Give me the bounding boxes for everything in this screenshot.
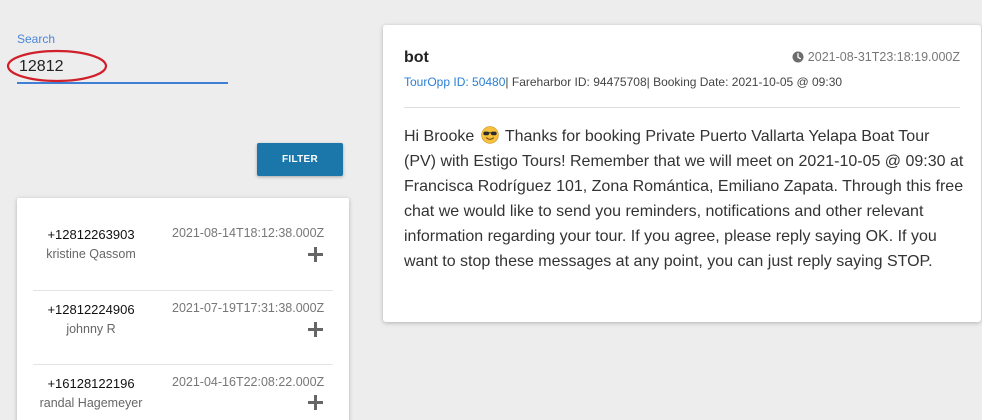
contact-name: johnny R bbox=[66, 322, 116, 336]
list-item[interactable]: +12812263903 kristine Qassom 2021-08-14T… bbox=[33, 216, 333, 290]
plus-icon[interactable] bbox=[306, 245, 324, 263]
contact-name: kristine Qassom bbox=[46, 247, 136, 261]
message-divider bbox=[404, 107, 960, 108]
list-item[interactable]: +12812224906 johnny R 2021-07-19T17:31:3… bbox=[33, 291, 333, 365]
chat-console: Search FILTER +12812263903 kristine Qass… bbox=[0, 0, 982, 420]
tour-opp-link[interactable]: TourOpp ID: 50480 bbox=[404, 75, 505, 89]
booking-meta: TourOpp ID: 50480| Fareharbor ID: 944757… bbox=[404, 75, 842, 89]
smiling-face-with-sunglasses-icon bbox=[481, 126, 499, 144]
message-timestamp-text: 2021-08-31T23:18:19.000Z bbox=[807, 50, 960, 64]
conversation-list: +12812263903 kristine Qassom 2021-08-14T… bbox=[17, 198, 349, 420]
filter-button[interactable]: FILTER bbox=[257, 143, 343, 176]
message-sender: bot bbox=[404, 49, 429, 66]
plus-icon[interactable] bbox=[306, 320, 324, 338]
message-text: Thanks for booking Private Puerto Vallar… bbox=[404, 128, 964, 270]
plus-icon[interactable] bbox=[306, 393, 324, 411]
search-label: Search bbox=[17, 32, 56, 46]
message-greeting: Hi Brooke bbox=[404, 128, 475, 145]
search-input[interactable] bbox=[17, 52, 228, 84]
last-message-date: 2021-04-16T22:08:22.000Z bbox=[172, 375, 325, 389]
clock-icon bbox=[792, 51, 804, 63]
message-card: bot 2021-08-31T23:18:19.000Z TourOpp ID:… bbox=[383, 25, 981, 322]
booking-meta-details: | Fareharbor ID: 94475708| Booking Date:… bbox=[505, 75, 843, 89]
last-message-date: 2021-08-14T18:12:38.000Z bbox=[172, 226, 325, 240]
message-timestamp: 2021-08-31T23:18:19.000Z bbox=[792, 50, 960, 64]
message-body: Hi Brooke Thanks for booking Private Pue… bbox=[404, 124, 964, 274]
contact-name: randal Hagemeyer bbox=[39, 396, 143, 410]
last-message-date: 2021-07-19T17:31:38.000Z bbox=[172, 301, 325, 315]
contact-phone: +12812224906 bbox=[47, 302, 135, 317]
list-item[interactable]: +16128122196 randal Hagemeyer 2021-04-16… bbox=[33, 365, 333, 420]
contact-phone: +12812263903 bbox=[47, 227, 135, 242]
contact-phone: +16128122196 bbox=[47, 376, 135, 391]
